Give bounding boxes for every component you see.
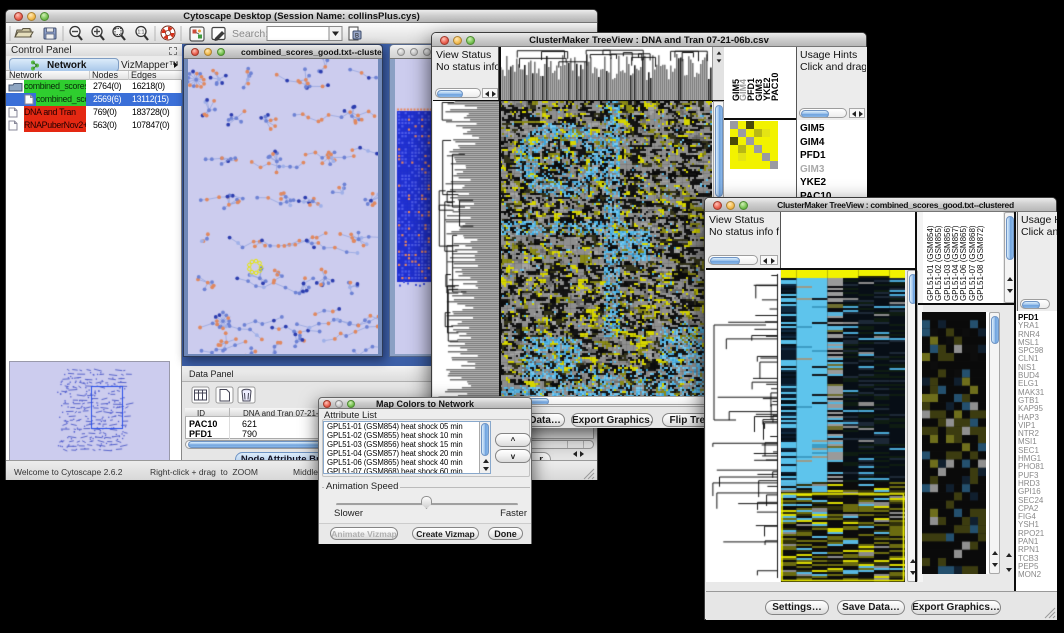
svg-text:B: B — [355, 34, 359, 40]
svg-text:1:1: 1:1 — [138, 30, 145, 36]
svg-text:Search:: Search: — [232, 28, 268, 40]
